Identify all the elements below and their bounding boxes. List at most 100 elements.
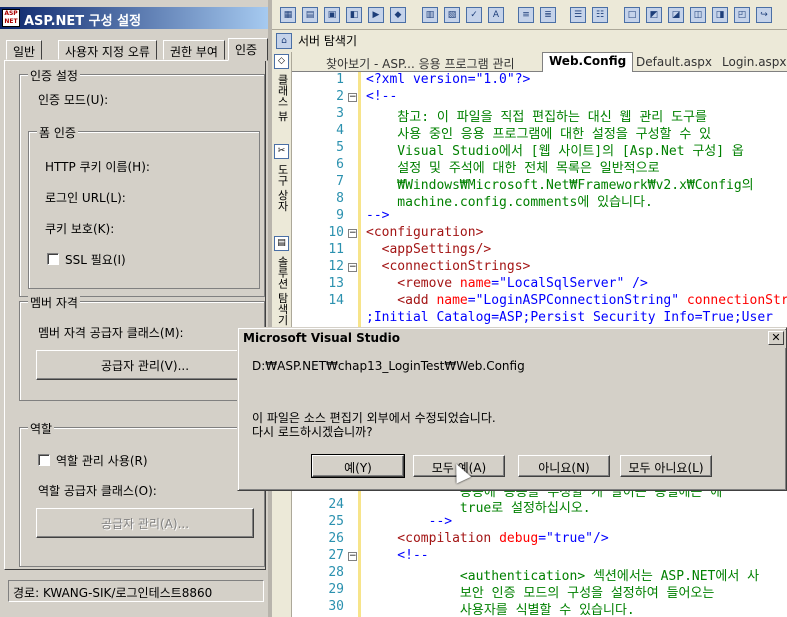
- tab-page-authentication: 인증 설정 인증 모드(U): 폼 인증 HTTP 쿠키 이름(H): 로그인 …: [4, 60, 266, 570]
- fold-toggle-icon[interactable]: −: [348, 263, 357, 272]
- tab-authorization[interactable]: 권한 부여: [163, 40, 225, 60]
- code-line: <!--: [366, 89, 398, 104]
- tab-web-config[interactable]: Web.Config: [542, 52, 634, 72]
- server-explorer-button[interactable]: 서버 탐색기: [294, 30, 361, 50]
- toolbar-icon[interactable]: ▶: [368, 7, 384, 23]
- toolbar-icon[interactable]: ◰: [734, 7, 750, 23]
- toolbar-icon[interactable]: ↪: [756, 7, 772, 23]
- line-number: 2: [336, 89, 344, 104]
- toolbar-icon[interactable]: A: [488, 7, 504, 23]
- dialog-file-path: D:₩ASP.NET₩chap13_LoginTest₩Web.Config: [252, 359, 525, 373]
- login-url-label: 로그인 URL(L):: [45, 191, 126, 205]
- class-view-label: 클래스 뷰: [276, 74, 289, 122]
- code-token: />: [593, 531, 609, 546]
- yes-button[interactable]: 예(Y): [311, 454, 405, 478]
- aspnet-logo-icon: ASP NET: [2, 9, 20, 27]
- tab-browse[interactable]: 찾아보기 - ASP... 응용 프로그램 관리: [320, 54, 521, 72]
- tab-login-aspx[interactable]: Login.aspx: [716, 54, 787, 72]
- toolbar-icon[interactable]: ▣: [324, 7, 340, 23]
- code-line: -->: [366, 208, 390, 223]
- cookie-name-label: HTTP 쿠키 이름(H):: [45, 160, 150, 174]
- vs-toolbar: ▦ ▤ ▣ ◧ ▶ ◆ ▥ ▧ ✓ A ≡ ≣ ☰ ☷ □ ◩ ◪ ◫ ◨ ◰ …: [272, 0, 787, 30]
- manage-membership-providers-button[interactable]: 공급자 관리(V)...: [36, 350, 254, 380]
- toolbar-icon[interactable]: ▥: [422, 7, 438, 23]
- code-token: name: [459, 276, 492, 291]
- toolbar-icon[interactable]: ☷: [592, 7, 608, 23]
- toolbar-icon[interactable]: ◧: [346, 7, 362, 23]
- server-explorer-bar: ⌂ 서버 탐색기: [272, 30, 787, 52]
- code-line: <compilation debug="true"/>: [366, 531, 609, 546]
- fold-toggle-icon[interactable]: −: [348, 93, 357, 102]
- toolbar-icon[interactable]: ◪: [668, 7, 684, 23]
- toolbar-icon[interactable]: ▦: [280, 7, 296, 23]
- role-provider-label: 역할 공급자 클래스(O):: [38, 484, 157, 498]
- form-auth-legend: 폼 인증: [37, 124, 78, 141]
- code-line: machine.config.comments에 있습니다.: [366, 195, 653, 210]
- toolbox-icon: ✂: [274, 144, 289, 159]
- tab-authentication[interactable]: 인증: [228, 38, 268, 61]
- solution-explorer-tab[interactable]: ▤ 솔루션 탐색기: [274, 236, 290, 326]
- code-token: name: [436, 293, 468, 308]
- line-number: 26: [328, 531, 344, 546]
- tab-default-aspx[interactable]: Default.aspx: [630, 54, 718, 72]
- tab-general[interactable]: 일반: [6, 40, 43, 60]
- class-view-icon: ◇: [274, 54, 289, 69]
- panel-title-bar: ASP NET ASP.NET 구성 설정: [0, 7, 268, 29]
- toolbar-icon[interactable]: ▧: [444, 7, 460, 23]
- toolbar-icon[interactable]: ◩: [646, 7, 662, 23]
- fold-toggle-icon[interactable]: −: [348, 552, 357, 561]
- code-token: <compilation: [366, 531, 500, 546]
- config-tabs: 일반 사용자 지정 오류 권한 부여 인증: [0, 38, 268, 61]
- line-number: 5: [336, 140, 344, 155]
- toolbar-icon[interactable]: ☰: [570, 7, 586, 23]
- form-auth-group: 폼 인증 HTTP 쿠키 이름(H): 로그인 URL(L): 쿠키 보호(K)…: [28, 124, 260, 289]
- toolbar-icon[interactable]: □: [624, 7, 640, 23]
- membership-group: 멤버 자격 멤버 자격 공급자 클래스(M): 공급자 관리(V)...: [19, 294, 265, 401]
- code-token: connectionStr: [679, 293, 787, 308]
- toolbar-icon[interactable]: ◆: [390, 7, 406, 23]
- auth-settings-legend: 인증 설정: [28, 67, 80, 84]
- toolbar-icon[interactable]: ▤: [302, 7, 318, 23]
- path-status: 경로: KWANG-SIK/로그인테스트8860: [8, 580, 264, 602]
- line-number: 4: [336, 123, 344, 138]
- code-line: <!--: [366, 548, 429, 563]
- toolbar-icon[interactable]: ≡: [518, 7, 534, 23]
- toolbar-icon[interactable]: ◫: [690, 7, 706, 23]
- toolbox-tab[interactable]: ✂ 도구 상자: [274, 144, 290, 212]
- enable-roles-checkbox[interactable]: [38, 454, 50, 466]
- toolbox-label: 도구 상자: [276, 164, 289, 212]
- line-number: 13: [328, 276, 344, 291]
- line-number: 6: [336, 157, 344, 172]
- ssl-required-label: SSL 필요(I): [65, 253, 126, 267]
- reload-dialog: Microsoft Visual Studio ✕ D:₩ASP.NET₩cha…: [237, 327, 787, 491]
- fold-toggle-icon[interactable]: −: [348, 229, 357, 238]
- cookie-protection-label: 쿠키 보호(K):: [45, 222, 115, 236]
- line-number: 25: [328, 514, 344, 529]
- roles-legend: 역할: [28, 420, 55, 437]
- no-button[interactable]: 아니요(N): [518, 455, 610, 477]
- toolbar-icon[interactable]: ◨: [712, 7, 728, 23]
- membership-legend: 멤버 자격: [28, 294, 80, 311]
- code-token: "true": [546, 531, 593, 546]
- document-tabs: 찾아보기 - ASP... 응용 프로그램 관리 Web.Config Defa…: [292, 52, 787, 72]
- no-to-all-button[interactable]: 모두 아니요(L): [620, 455, 712, 477]
- enable-roles-label: 역할 관리 사용(R): [56, 454, 148, 468]
- code-token: <add: [366, 293, 437, 308]
- line-number: 12: [328, 259, 344, 274]
- toolbar-icon[interactable]: ≣: [540, 7, 556, 23]
- code-line: <configuration>: [366, 225, 484, 240]
- code-token: "LocalSqlServer": [499, 276, 625, 291]
- manage-role-providers-button[interactable]: 공급자 관리(A)...: [36, 508, 254, 538]
- roles-group: 역할 역할 관리 사용(R) 역할 공급자 클래스(O): 공급자 관리(A).…: [19, 420, 265, 567]
- line-number: 9: [336, 208, 344, 223]
- auth-mode-label: 인증 모드(U):: [38, 93, 109, 107]
- line-number: 11: [328, 242, 344, 257]
- toolbar-icon[interactable]: ✓: [466, 7, 482, 23]
- close-icon[interactable]: ✕: [768, 331, 784, 345]
- ssl-required-checkbox[interactable]: [47, 253, 59, 265]
- line-number: 24: [328, 497, 344, 512]
- code-line: 사용자를 식별할 수 있습니다.: [366, 603, 635, 617]
- class-view-tab[interactable]: ◇ 클래스 뷰: [274, 54, 290, 122]
- line-number: 30: [328, 599, 344, 614]
- tab-custom-errors[interactable]: 사용자 지정 오류: [58, 40, 157, 60]
